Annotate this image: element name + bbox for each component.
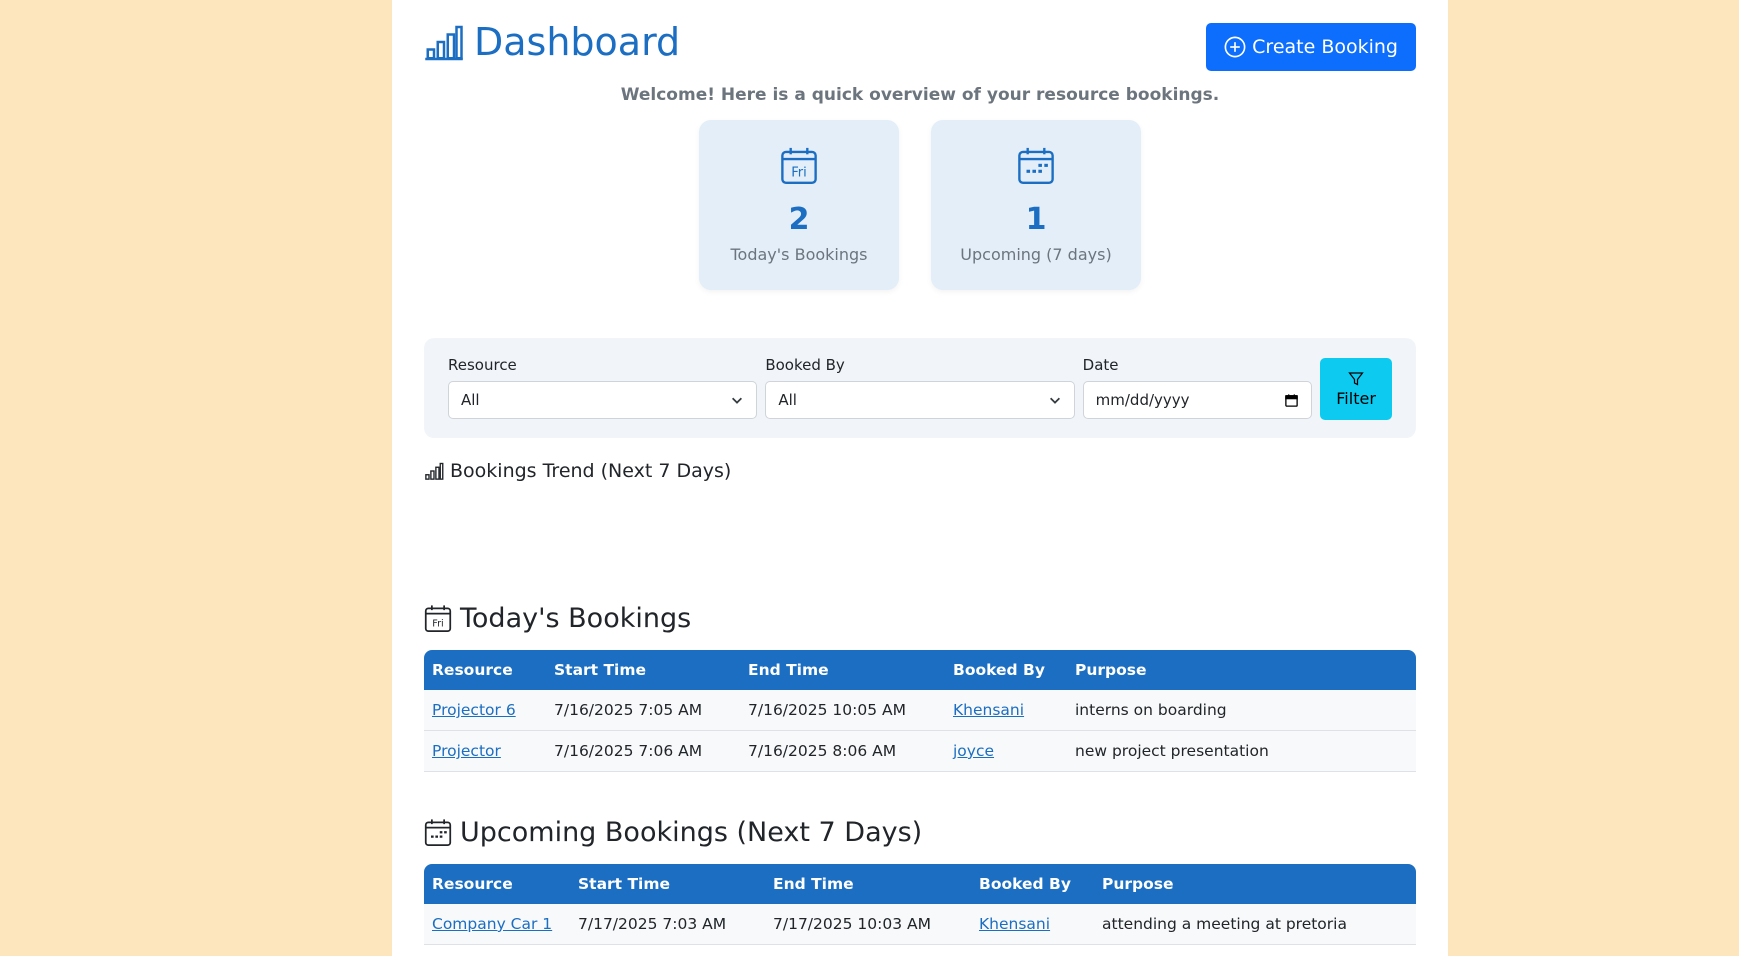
svg-text:Fri: Fri [432,618,443,629]
table-header-row: Resource Start Time End Time Booked By P… [424,650,1416,690]
stat-label-upcoming: Upcoming (7 days) [960,245,1112,264]
stat-card-today: Fri 2 Today's Bookings [699,120,899,290]
page-title-text: Dashboard [474,20,681,64]
col-end-time: End Time [740,650,945,690]
booked-by-link[interactable]: joyce [953,742,994,760]
calendar-week-icon [1018,147,1054,184]
main-panel: Dashboard Create Booking Welcome! Here i… [392,0,1448,956]
bar-chart-icon [425,25,463,61]
page-header: Dashboard Create Booking [424,0,1416,84]
today-bookings-title: Today's Bookings [460,602,692,634]
booked-by-select-value: All [778,391,797,409]
calendar-week-icon [424,819,452,846]
calendar-icon[interactable] [1284,393,1299,408]
upcoming-bookings-title: Upcoming Bookings (Next 7 Days) [460,816,923,848]
trend-heading-text: Bookings Trend (Next 7 Days) [450,460,732,482]
plus-circle-icon [1224,36,1246,58]
end-time-cell: 7/16/2025 8:06 AM [740,731,945,772]
stat-value-upcoming: 1 [1025,202,1047,237]
resource-link[interactable]: Company Car 1 [432,915,552,933]
trend-chart-area [424,482,1416,600]
booked-by-select[interactable]: All [765,381,1075,419]
filter-form: Resource All Booked By All Date mm/dd/yy… [424,338,1416,438]
stat-value-today: 2 [788,202,810,237]
resource-link[interactable]: Projector 6 [432,701,516,719]
create-booking-label: Create Booking [1252,36,1398,58]
page-title: Dashboard [424,20,680,64]
col-purpose: Purpose [1067,650,1416,690]
purpose-cell: new project presentation [1067,731,1416,772]
table-row: Projector 7/16/2025 7:06 AM 7/16/2025 8:… [424,731,1416,772]
end-time-cell: 7/17/2025 10:03 AM [765,904,971,945]
filter-button-label: Filter [1336,388,1376,408]
chevron-down-icon [732,397,743,404]
today-bookings-table: Resource Start Time End Time Booked By P… [424,650,1416,772]
stats-row: Fri 2 Today's Bookings 1 Upcoming (7 day… [424,120,1416,290]
booked-by-filter-group: Booked By All [765,356,1075,419]
date-input[interactable]: mm/dd/yyyy [1082,381,1313,419]
purpose-cell: attending a meeting at pretoria [1094,904,1416,945]
col-booked-by: Booked By [945,650,1067,690]
chevron-down-icon [1049,397,1060,404]
table-row: Projector 6 7/16/2025 7:05 AM 7/16/2025 … [424,690,1416,731]
stat-card-upcoming: 1 Upcoming (7 days) [931,120,1141,290]
trend-heading: Bookings Trend (Next 7 Days) [424,460,1416,482]
svg-text:Fri: Fri [791,165,807,180]
calendar-day-icon: Fri [781,147,817,184]
upcoming-bookings-table: Resource Start Time End Time Booked By P… [424,864,1416,945]
calendar-day-icon: Fri [424,605,452,632]
booked-by-filter-label: Booked By [765,356,845,374]
create-booking-button[interactable]: Create Booking [1206,23,1416,71]
start-time-cell: 7/17/2025 7:03 AM [570,904,765,945]
end-time-cell: 7/16/2025 10:05 AM [740,690,945,731]
resource-link[interactable]: Projector [432,742,501,760]
stat-label-today: Today's Bookings [730,245,868,264]
col-booked-by: Booked By [971,864,1094,904]
col-start-time: Start Time [570,864,765,904]
date-filter-label: Date [1082,356,1119,374]
col-purpose: Purpose [1094,864,1416,904]
table-row: Company Car 1 7/17/2025 7:03 AM 7/17/202… [424,904,1416,945]
resource-filter-group: Resource All [448,356,758,419]
booked-by-link[interactable]: Khensani [979,915,1050,933]
col-start-time: Start Time [546,650,740,690]
start-time-cell: 7/16/2025 7:05 AM [546,690,740,731]
filter-button[interactable]: Filter [1320,358,1392,420]
purpose-cell: interns on boarding [1067,690,1416,731]
resource-select[interactable]: All [448,381,758,419]
booked-by-link[interactable]: Khensani [953,701,1024,719]
today-bookings-heading: Fri Today's Bookings [424,600,1416,636]
welcome-text: Welcome! Here is a quick overview of you… [620,85,1220,105]
col-resource: Resource [424,650,546,690]
resource-filter-label: Resource [448,356,517,374]
col-end-time: End Time [765,864,971,904]
col-resource: Resource [424,864,570,904]
upcoming-bookings-heading: Upcoming Bookings (Next 7 Days) [424,814,1416,850]
resource-select-value: All [461,391,480,409]
date-filter-group: Date mm/dd/yyyy [1082,356,1313,419]
start-time-cell: 7/16/2025 7:06 AM [546,731,740,772]
table-header-row: Resource Start Time End Time Booked By P… [424,864,1416,904]
bar-chart-icon [425,462,444,480]
funnel-icon [1348,371,1364,385]
date-input-placeholder: mm/dd/yyyy [1095,391,1190,409]
